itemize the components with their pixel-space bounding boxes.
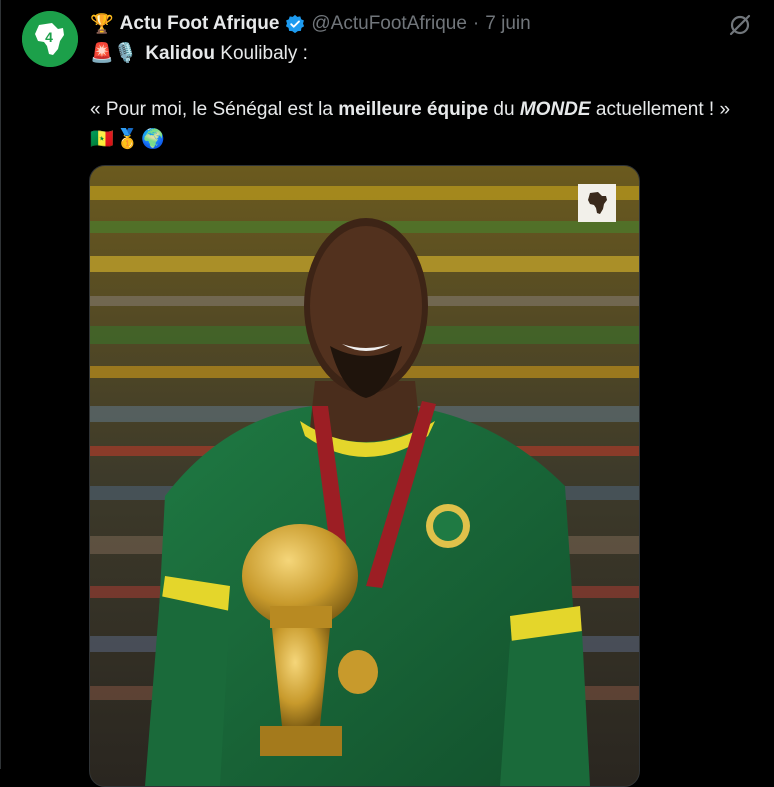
tweet-text: 🚨🎙️ Kalidou Koulibaly : « Pour moi, le S… (90, 40, 774, 156)
africa-logo-icon: 4 (22, 11, 78, 67)
quote-part-1: « Pour moi, le Sénégal est la (90, 99, 339, 120)
quote-bold: meilleure équipe (338, 99, 489, 120)
siren-mic-emoji: 🚨🎙️ (90, 43, 138, 64)
verified-badge-icon (285, 14, 305, 34)
tweet-image[interactable] (89, 165, 640, 787)
speaker-first-name: Kalidou (145, 43, 215, 64)
grok-icon[interactable] (727, 12, 753, 38)
tweet-line-quote: « Pour moi, le Sénégal est la meilleure … (90, 96, 774, 124)
avatar[interactable]: 4 (22, 11, 78, 67)
tweet-header: 🏆 Actu Foot Afrique @ActuFootAfrique · 7… (90, 10, 531, 38)
user-handle[interactable]: @ActuFootAfrique (311, 13, 467, 35)
medal-emoji: 🥇 (115, 129, 140, 150)
svg-text:4: 4 (45, 29, 53, 45)
display-name[interactable]: Actu Foot Afrique (120, 13, 280, 35)
player-photo (90, 166, 639, 786)
tweet[interactable]: 4 🏆 Actu Foot Afrique @ActuFootAfrique ·… (0, 0, 774, 787)
timestamp[interactable]: 7 juin (485, 13, 530, 35)
quote-part-3: actuellement ! » (590, 99, 731, 120)
quote-part-2: du (488, 99, 520, 120)
separator: · (472, 13, 480, 34)
emoji-row: 🇸🇳 🥇 🌍 (90, 124, 774, 156)
senegal-flag-emoji: 🇸🇳 (90, 129, 114, 150)
africa-watermark-icon (578, 184, 616, 222)
globe-emoji: 🌍 (141, 129, 166, 150)
tweet-line-speaker: 🚨🎙️ Kalidou Koulibaly : (90, 40, 774, 68)
speaker-last-name: Koulibaly : (215, 43, 308, 64)
trophy-emoji: 🏆 (90, 14, 114, 35)
quote-bold-italic: MONDE (519, 99, 591, 120)
